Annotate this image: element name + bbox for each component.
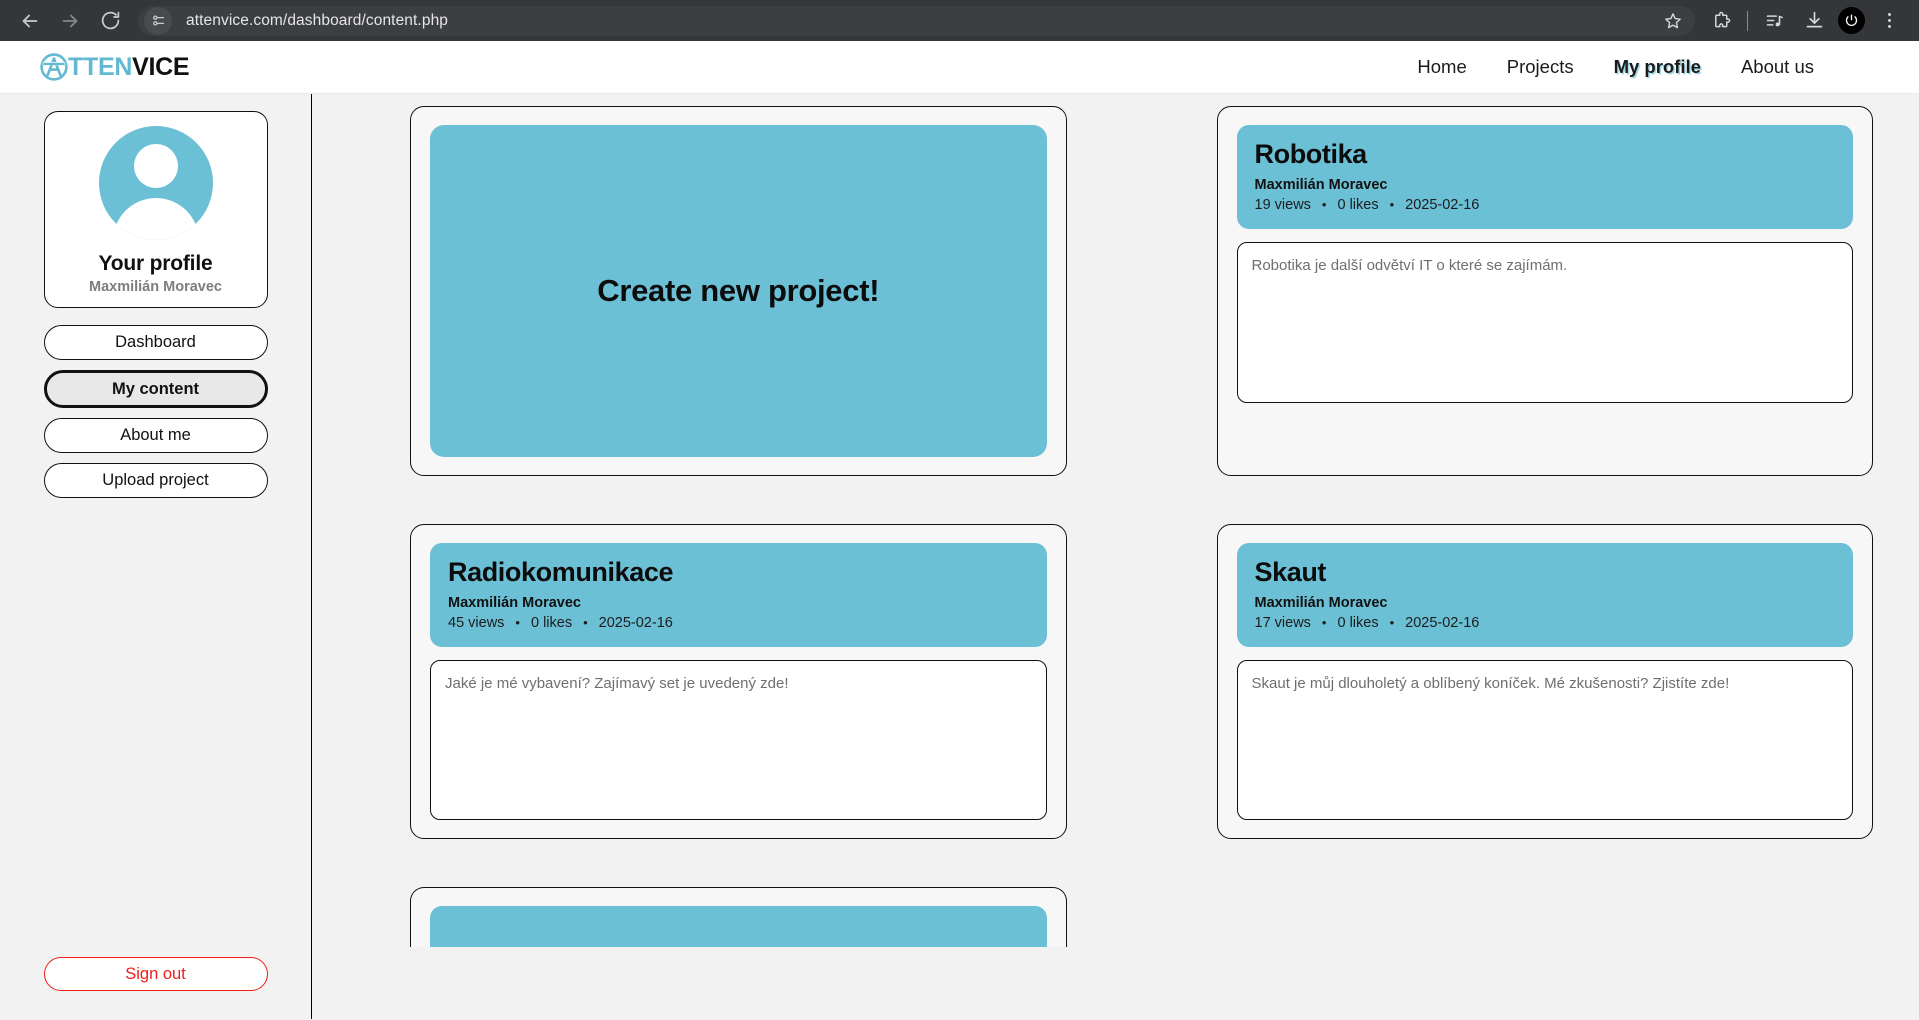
project-description[interactable]: Jaké je mé vybavení? Zajímavý set je uve…	[430, 659, 1047, 820]
meta-separator-icon: •	[1321, 197, 1327, 213]
sidebar-menu: Dashboard My content About me Upload pro…	[43, 325, 268, 498]
toolbar-icon-group	[1695, 3, 1909, 39]
project-author: Maxmilián Moravec	[1254, 176, 1388, 193]
project-meta: 19 views • 0 likes • 2025-02-16	[1255, 197, 1836, 213]
avatar-head-shape	[133, 144, 178, 188]
back-button[interactable]	[10, 1, 50, 41]
project-description[interactable]: Skaut je můj dlouholetý a oblíbený koníč…	[1236, 659, 1853, 820]
toolbar-divider	[1747, 10, 1748, 31]
project-card-radiokomunikace[interactable]: Radiokomunikace Maxmilián Moravec 45 vie…	[410, 524, 1067, 839]
download-icon	[1806, 11, 1822, 28]
attenvice-a-emblem-icon	[40, 53, 68, 81]
kebab-menu-icon	[1875, 13, 1903, 28]
main-content: Create new project! Robotika Maxmilián M…	[312, 94, 1919, 1019]
meta-separator-icon: •	[1321, 615, 1327, 631]
profile-title: Your profile	[98, 252, 213, 275]
project-views: 17 views	[1254, 614, 1311, 631]
downloads-button[interactable]	[1794, 3, 1834, 39]
meta-separator-icon: •	[583, 615, 588, 631]
sidebar-item-dashboard[interactable]: Dashboard	[43, 325, 268, 360]
forward-button[interactable]	[50, 1, 90, 41]
project-header: Radiokomunikace Maxmilián Moravec 45 vie…	[430, 543, 1047, 647]
sidebar-item-upload-project[interactable]: Upload project	[43, 463, 268, 498]
project-title: Robotika	[1254, 139, 1368, 169]
project-date: 2025-02-16	[598, 614, 673, 631]
nav-item-projects[interactable]: Projects	[1487, 50, 1594, 84]
address-bar[interactable]: attenvice.com/dashboard/content.php	[138, 5, 1695, 36]
create-project-label: Create new project!	[597, 273, 880, 308]
media-playlist-icon	[1766, 15, 1783, 27]
site-info-icon	[152, 15, 164, 26]
meta-separator-icon: •	[1389, 197, 1395, 213]
create-project-tile[interactable]: Create new project!	[430, 125, 1047, 457]
media-control-button[interactable]	[1754, 3, 1794, 39]
create-project-card[interactable]: Create new project!	[410, 106, 1067, 476]
site-logo[interactable]: TTENVICE	[39, 52, 190, 81]
meta-separator-icon: •	[1389, 615, 1395, 631]
logo-text-blue: TTEN	[68, 52, 133, 81]
sidebar: Your profile Maxmilián Moravec Dashboard…	[0, 94, 312, 1019]
project-card-skaut[interactable]: Skaut Maxmilián Moravec 17 views • 0 lik…	[1216, 524, 1873, 839]
user-avatar-icon	[98, 126, 213, 240]
profile-username: Maxmilián Moravec	[89, 279, 222, 295]
sign-out-container: Sign out	[43, 957, 268, 991]
sign-out-button[interactable]: Sign out	[43, 957, 268, 991]
forward-arrow-icon	[62, 14, 78, 27]
browser-menu-button[interactable]	[1869, 3, 1909, 39]
site-header: TTENVICE Home Projects My profile About …	[0, 41, 1919, 94]
project-date: 2025-02-16	[1405, 614, 1480, 631]
project-meta: 45 views • 0 likes • 2025-02-16	[448, 615, 1029, 631]
project-author: Maxmilián Moravec	[448, 594, 581, 611]
project-likes: 0 likes	[530, 614, 573, 631]
star-icon	[1665, 12, 1681, 28]
project-title: Radiokomunikace	[448, 557, 674, 587]
reload-icon	[101, 11, 119, 30]
nav-item-about-us[interactable]: About us	[1721, 50, 1834, 84]
site-info-button[interactable]	[144, 6, 172, 35]
project-views: 45 views	[448, 614, 505, 631]
avatar-body-shape	[112, 198, 199, 240]
sidebar-item-about-me[interactable]: About me	[43, 418, 268, 453]
address-bar-url: attenvice.com/dashboard/content.php	[186, 11, 449, 29]
project-card-partial[interactable]	[410, 886, 1067, 947]
project-likes: 0 likes	[1337, 614, 1379, 631]
extensions-puzzle-icon	[1714, 11, 1730, 28]
project-date: 2025-02-16	[1405, 196, 1480, 213]
project-card-robotika[interactable]: Robotika Maxmilián Moravec 19 views • 0 …	[1216, 106, 1873, 476]
back-arrow-icon	[22, 14, 38, 27]
project-description[interactable]: Robotika je další odvětví IT o které se …	[1236, 241, 1853, 403]
reload-button[interactable]	[90, 1, 130, 41]
sidebar-item-my-content[interactable]: My content	[43, 370, 268, 408]
project-header-partial	[430, 905, 1047, 947]
nav-item-home[interactable]: Home	[1397, 50, 1486, 84]
extensions-button[interactable]	[1701, 3, 1741, 39]
project-header: Skaut Maxmilián Moravec 17 views • 0 lik…	[1236, 543, 1853, 647]
bookmark-button[interactable]	[1655, 7, 1691, 35]
profile-button[interactable]	[1838, 7, 1865, 34]
page-body: Your profile Maxmilián Moravec Dashboard…	[0, 94, 1919, 1019]
project-likes: 0 likes	[1337, 196, 1379, 213]
profile-card: Your profile Maxmilián Moravec	[43, 111, 268, 308]
project-meta: 17 views • 0 likes • 2025-02-16	[1255, 615, 1836, 631]
project-header: Robotika Maxmilián Moravec 19 views • 0 …	[1236, 125, 1853, 229]
main-navigation: Home Projects My profile About us	[1397, 50, 1834, 84]
project-title: Skaut	[1254, 557, 1327, 587]
site-logo-text: TTENVICE	[68, 52, 190, 81]
logo-text-dark: VICE	[132, 52, 190, 81]
meta-separator-icon: •	[515, 615, 520, 631]
profile-power-icon	[1845, 14, 1858, 26]
project-views: 19 views	[1254, 196, 1311, 213]
browser-toolbar: attenvice.com/dashboard/content.php	[0, 0, 1919, 41]
project-author: Maxmilián Moravec	[1254, 594, 1388, 611]
nav-item-my-profile[interactable]: My profile	[1594, 50, 1721, 84]
project-grid: Create new project! Robotika Maxmilián M…	[410, 106, 1873, 947]
